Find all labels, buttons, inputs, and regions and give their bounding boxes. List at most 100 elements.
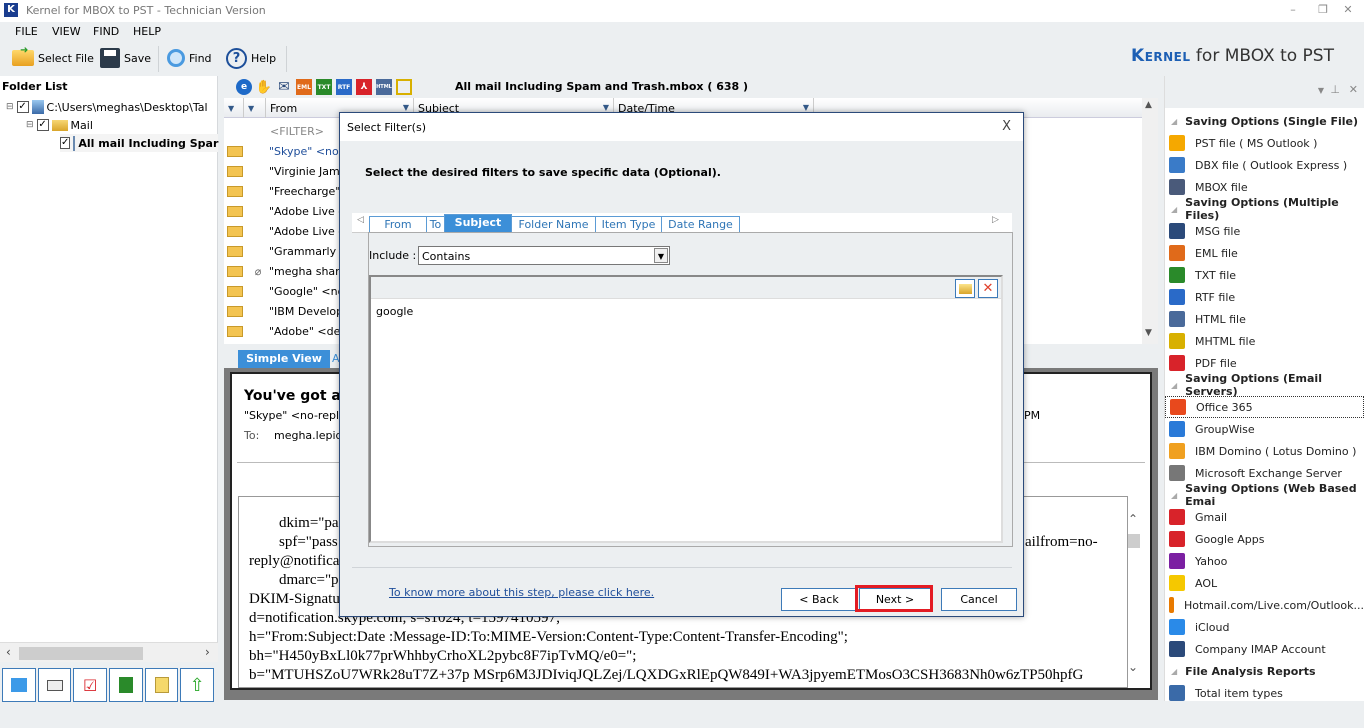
scroll-up-arrow[interactable]: ▲ <box>1145 100 1152 110</box>
saving-option-item[interactable]: Gmail <box>1165 506 1364 528</box>
saving-option-item[interactable]: RTF file <box>1165 286 1364 308</box>
section-header[interactable]: ◢ Saving Options (Web Based Emai <box>1165 482 1364 508</box>
tab-to[interactable]: To <box>426 216 445 233</box>
collapse-icon[interactable]: ◢ <box>1171 491 1177 500</box>
journal-icon[interactable] <box>109 668 143 702</box>
save-button[interactable]: Save <box>100 46 151 70</box>
contact-card-icon[interactable] <box>37 668 72 702</box>
collapse-icon[interactable]: ◢ <box>1171 205 1177 214</box>
upload-arrow-icon[interactable]: ⇧ <box>180 668 215 702</box>
pane-dropdown-icon[interactable]: ▼ <box>1318 86 1324 95</box>
minimize-button[interactable]: – <box>1283 3 1303 16</box>
remove-keyword-button[interactable]: ✕ <box>978 279 998 298</box>
txt-icon[interactable]: TXT <box>316 79 332 95</box>
saving-option-item[interactable]: Microsoft Exchange Server <box>1165 462 1364 484</box>
saving-option-item[interactable]: HTML file <box>1165 308 1364 330</box>
scroll-right-arrow[interactable]: › <box>205 645 210 659</box>
saving-option-item[interactable]: Company IMAP Account <box>1165 638 1364 660</box>
dialog-close-button[interactable]: X <box>1002 119 1011 134</box>
menu-help[interactable]: HELP <box>133 25 161 38</box>
tree-item-mail[interactable]: ⊟ ✓ Mail <box>26 116 93 134</box>
menu-file[interactable]: FILE <box>15 25 38 38</box>
browse-folder-button[interactable] <box>955 279 975 298</box>
task-checklist-icon[interactable]: ☑ <box>73 668 108 702</box>
ie-icon[interactable]: e <box>236 79 252 95</box>
pdf-icon[interactable]: ⅄ <box>356 79 372 95</box>
tab-subject[interactable]: Subject <box>444 214 512 233</box>
saving-option-item[interactable]: Hotmail.com/Live.com/Outlook... <box>1165 594 1364 616</box>
tabs-scroll-left[interactable]: ◁ <box>357 215 364 225</box>
scroll-down-arrow[interactable]: ▼ <box>1145 328 1152 338</box>
saving-option-item[interactable]: TXT file <box>1165 264 1364 286</box>
collapse-icon[interactable]: ◢ <box>1171 381 1177 390</box>
tab-simple-view[interactable]: Simple View <box>238 350 330 368</box>
cancel-button[interactable]: Cancel <box>941 588 1017 611</box>
saving-option-item[interactable]: Yahoo <box>1165 550 1364 572</box>
scroll-left-arrow[interactable]: ‹ <box>6 645 11 659</box>
attachment-col-toggle[interactable]: ▼ <box>244 98 266 118</box>
tab-item-type[interactable]: Item Type <box>595 216 662 233</box>
scrollbar-thumb[interactable] <box>1128 534 1140 548</box>
mail-list-vertical-scrollbar[interactable]: ▲ ▼ <box>1142 98 1158 344</box>
checkbox[interactable]: ✓ <box>60 137 71 149</box>
section-header[interactable]: ◢ Saving Options (Email Servers) <box>1165 372 1364 398</box>
saving-option-item[interactable]: GroupWise <box>1165 418 1364 440</box>
checkbox[interactable]: ✓ <box>16 101 29 113</box>
select-file-button[interactable]: ➜ Select File <box>12 45 94 70</box>
saving-option-item[interactable]: AOL <box>1165 572 1364 594</box>
help-link[interactable]: To know more about this step, please cli… <box>389 586 654 599</box>
tab-folder-name[interactable]: Folder Name <box>511 216 596 233</box>
pane-close-icon[interactable]: ✕ <box>1349 83 1358 96</box>
calendar-icon[interactable] <box>2 668 36 702</box>
help-button[interactable]: ? Help <box>226 46 276 70</box>
saving-option-item[interactable]: PST file ( MS Outlook ) <box>1165 132 1364 154</box>
html-icon[interactable]: HTML <box>376 79 392 95</box>
mhtml-icon[interactable] <box>396 79 412 95</box>
filter-placeholder[interactable]: <FILTER> <box>266 125 324 138</box>
notes-icon[interactable] <box>144 668 179 702</box>
scroll-up-arrow[interactable]: ⌃ <box>1128 512 1138 526</box>
scrollbar-thumb[interactable] <box>19 647 143 660</box>
eml-icon[interactable]: EML <box>296 79 312 95</box>
checkbox[interactable]: ✓ <box>36 119 49 131</box>
scroll-down-arrow[interactable]: ⌄ <box>1128 660 1138 674</box>
keyword-item[interactable]: google <box>376 305 413 318</box>
back-button[interactable]: < Back <box>781 588 857 611</box>
menu-find[interactable]: FIND <box>93 25 119 38</box>
tree-item-root[interactable]: ⊟ ✓ C:\Users\meghas\Desktop\Tal <box>6 98 208 116</box>
saving-option-item[interactable]: MSG file <box>1165 220 1364 242</box>
tab-date-range[interactable]: Date Range <box>661 216 740 233</box>
section-header[interactable]: ◢ Saving Options (Single File) <box>1165 110 1364 132</box>
collapse-icon[interactable]: ◢ <box>1171 117 1177 126</box>
saving-option-item[interactable]: Office 365 <box>1165 396 1364 418</box>
keyword-list[interactable]: ✕ google <box>369 275 1003 543</box>
saving-option-item[interactable]: DBX file ( Outlook Express ) <box>1165 154 1364 176</box>
sort-toggle[interactable]: ▼ <box>224 98 244 118</box>
saving-option-item[interactable]: Google Apps <box>1165 528 1364 550</box>
tree-item-mailbox[interactable]: ✓ All mail Including Spar <box>60 134 218 152</box>
section-header[interactable]: ◢ File Analysis Reports <box>1165 660 1364 682</box>
saving-option-item[interactable]: MBOX file <box>1165 176 1364 198</box>
saving-option-item[interactable]: IBM Domino ( Lotus Domino ) <box>1165 440 1364 462</box>
tabs-scroll-right[interactable]: ▷ <box>992 215 999 225</box>
body-vertical-scrollbar[interactable]: ⌃ ⌄ <box>1126 508 1142 678</box>
mail-icon[interactable]: ✉ <box>276 79 292 95</box>
include-dropdown[interactable]: Contains ▼ <box>418 246 670 265</box>
folder-horizontal-scrollbar[interactable]: ‹ › <box>0 642 218 662</box>
find-button[interactable]: Find <box>167 46 212 70</box>
saving-option-item[interactable]: iCloud <box>1165 616 1364 638</box>
saving-option-item[interactable]: MHTML file <box>1165 330 1364 352</box>
saving-option-item[interactable]: Total item types <box>1165 682 1364 704</box>
pin-icon[interactable]: ⊥ <box>1330 83 1340 96</box>
menu-view[interactable]: VIEW <box>52 25 81 38</box>
close-window-button[interactable]: ✕ <box>1338 3 1358 16</box>
section-header[interactable]: ◢ Saving Options (Multiple Files) <box>1165 196 1364 222</box>
saving-option-item[interactable]: EML file <box>1165 242 1364 264</box>
hand-icon[interactable]: ✋ <box>256 79 272 95</box>
collapse-icon[interactable]: ◢ <box>1171 667 1177 676</box>
restore-button[interactable]: ❐ <box>1313 3 1333 16</box>
rtf-icon[interactable]: RTF <box>336 79 352 95</box>
tab-from[interactable]: From <box>369 216 427 233</box>
saving-option-item[interactable]: PDF file <box>1165 352 1364 374</box>
chevron-down-icon[interactable]: ▼ <box>654 248 668 263</box>
